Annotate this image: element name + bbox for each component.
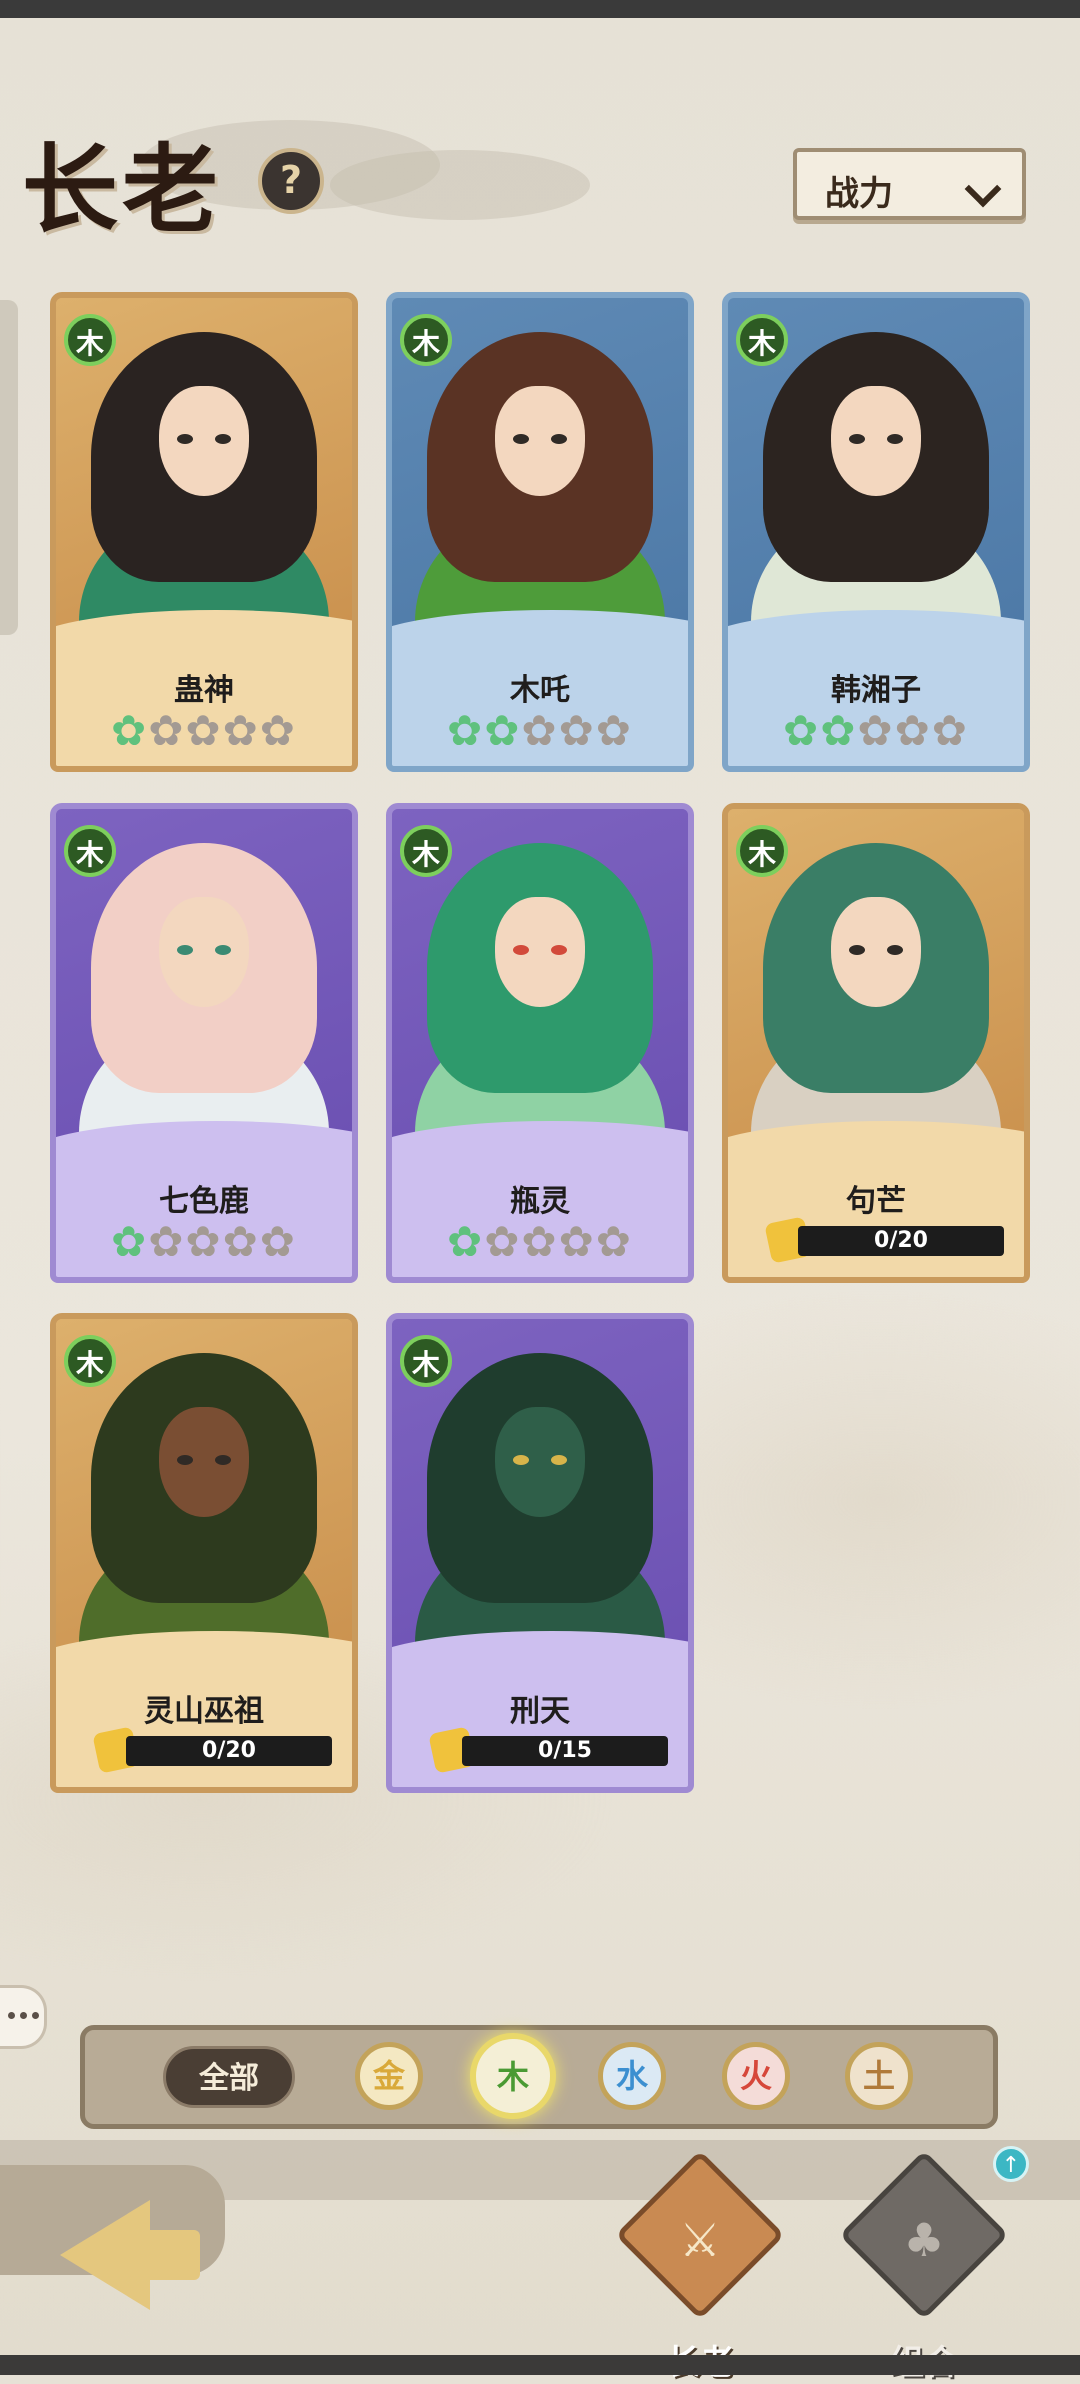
- star-icon: ✿: [521, 706, 559, 755]
- hero-name: 句芒: [846, 1184, 906, 1219]
- star-icon: ✿: [222, 706, 260, 755]
- fragment-progress: 0/15: [428, 1726, 668, 1774]
- star-icon: ✿: [259, 1217, 297, 1266]
- fragment-count: 0/20: [798, 1226, 1004, 1256]
- hero-card[interactable]: 木 蛊神 ✿✿✿✿✿: [50, 292, 358, 772]
- star-icon: ✿: [446, 1217, 485, 1266]
- star-icon: ✿: [820, 706, 858, 755]
- fragment-count: 0/20: [126, 1736, 332, 1766]
- page-title: 长老: [22, 133, 222, 246]
- fragment-progress: 0/20: [92, 1726, 332, 1774]
- sort-dropdown[interactable]: 战力: [793, 148, 1026, 220]
- star-rating: ✿✿✿✿✿: [56, 706, 352, 755]
- nav-elders[interactable]: ⚔ 长老: [610, 2150, 790, 2384]
- hero-card[interactable]: 木 韩湘子 ✿✿✿✿✿: [722, 292, 1030, 772]
- chat-bubble-icon[interactable]: [0, 1985, 47, 2049]
- wood-element-icon: 木: [64, 825, 116, 877]
- star-icon: ✿: [484, 1217, 522, 1266]
- hero-name: 灵山巫祖: [144, 1694, 264, 1729]
- star-icon: ✿: [521, 1217, 559, 1266]
- star-rating: ✿✿✿✿✿: [56, 1217, 352, 1266]
- star-icon: ✿: [259, 706, 297, 755]
- wood-element-icon: 木: [400, 314, 452, 366]
- filter-all-button[interactable]: 全部: [163, 2046, 295, 2108]
- help-button[interactable]: ?: [258, 148, 324, 214]
- hero-card[interactable]: 木 木吒 ✿✿✿✿✿: [386, 292, 694, 772]
- star-icon: ✿: [595, 706, 633, 755]
- filter-fire-button[interactable]: 火: [722, 2042, 790, 2110]
- star-icon: ✿: [110, 706, 149, 755]
- hero-card[interactable]: 木 句芒 0/20: [722, 803, 1030, 1283]
- wood-element-icon: 木: [400, 825, 452, 877]
- star-icon: ✿: [595, 1217, 633, 1266]
- hero-name: 蛊神: [174, 673, 234, 708]
- star-icon: ✿: [222, 1217, 260, 1266]
- hero-name: 韩湘子: [831, 673, 921, 708]
- status-strip: [0, 0, 1080, 18]
- star-icon: ✿: [857, 706, 895, 755]
- star-icon: ✿: [110, 1217, 149, 1266]
- fragment-progress: 0/20: [764, 1216, 1004, 1264]
- star-icon: ✿: [558, 1217, 596, 1266]
- star-rating: ✿✿✿✿✿: [392, 1217, 688, 1266]
- chevron-down-icon: [964, 170, 1002, 208]
- back-button[interactable]: [60, 2200, 200, 2310]
- filter-earth-button[interactable]: 土: [845, 2042, 913, 2110]
- cloud-decoration: [330, 150, 590, 220]
- hero-name: 七色鹿: [159, 1184, 249, 1219]
- nav-combo[interactable]: ♣ 组合: [834, 2150, 1014, 2384]
- star-icon: ✿: [484, 706, 522, 755]
- hero-card[interactable]: 木 七色鹿 ✿✿✿✿✿: [50, 803, 358, 1283]
- upgrade-arrow-icon: ↑: [993, 2146, 1029, 2182]
- star-icon: ✿: [185, 1217, 223, 1266]
- star-rating: ✿✿✿✿✿: [392, 706, 688, 755]
- filter-metal-button[interactable]: 金: [355, 2042, 423, 2110]
- system-nav-strip: [0, 2355, 1080, 2375]
- star-icon: ✿: [446, 706, 485, 755]
- star-icon: ✿: [148, 1217, 186, 1266]
- star-icon: ✿: [148, 706, 186, 755]
- star-rating: ✿✿✿✿✿: [728, 706, 1024, 755]
- side-drawer-handle[interactable]: [0, 300, 18, 635]
- hero-name: 木吒: [510, 673, 570, 708]
- element-filter-bar: 全部 金 木 水 火 土: [80, 2025, 998, 2129]
- fragment-count: 0/15: [462, 1736, 668, 1766]
- star-icon: ✿: [185, 706, 223, 755]
- sort-label: 战力: [825, 174, 893, 214]
- star-icon: ✿: [894, 706, 932, 755]
- star-icon: ✿: [782, 706, 821, 755]
- wood-element-icon: 木: [400, 1335, 452, 1387]
- hero-card[interactable]: 木 刑天 0/15: [386, 1313, 694, 1793]
- wood-element-icon: 木: [64, 314, 116, 366]
- star-icon: ✿: [931, 706, 969, 755]
- filter-wood-button[interactable]: 木: [470, 2033, 556, 2119]
- hero-name: 刑天: [510, 1694, 570, 1729]
- wood-element-icon: 木: [736, 825, 788, 877]
- filter-water-button[interactable]: 水: [598, 2042, 666, 2110]
- hero-name: 瓶灵: [510, 1184, 570, 1219]
- wood-element-icon: 木: [64, 1335, 116, 1387]
- hero-card[interactable]: 木 灵山巫祖 0/20: [50, 1313, 358, 1793]
- hero-card[interactable]: 木 瓶灵 ✿✿✿✿✿: [386, 803, 694, 1283]
- wood-element-icon: 木: [736, 314, 788, 366]
- star-icon: ✿: [558, 706, 596, 755]
